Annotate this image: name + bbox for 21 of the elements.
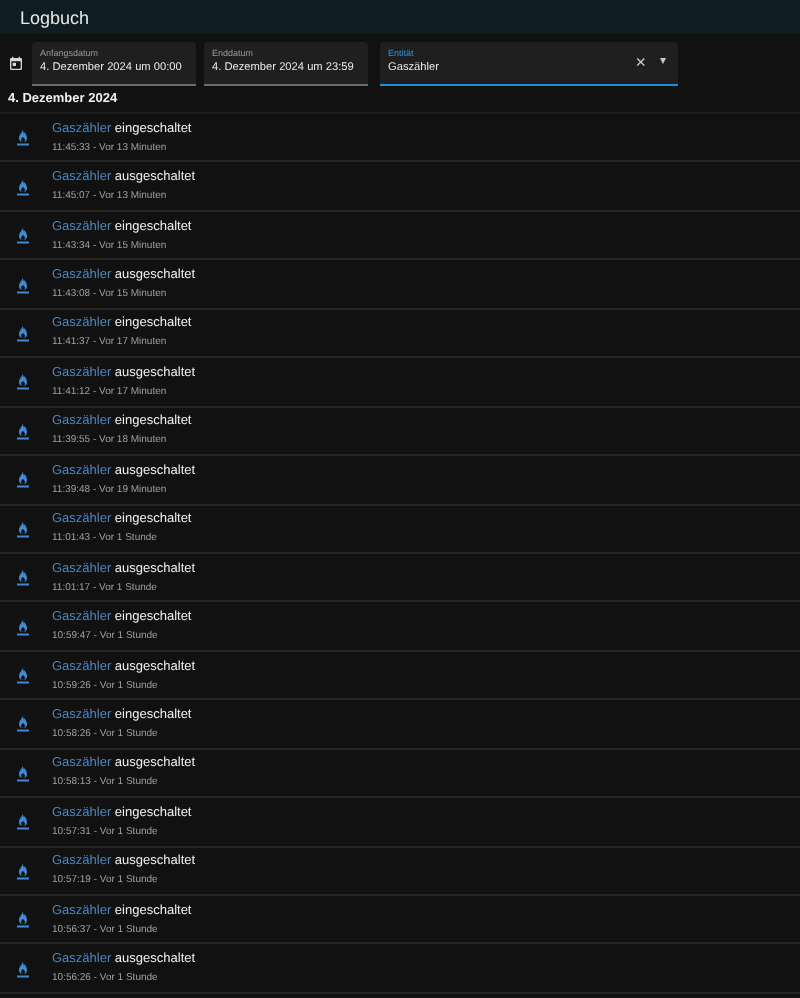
flame-icon (16, 421, 30, 440)
flame-icon (16, 128, 30, 147)
flame-icon (16, 959, 30, 978)
flame-icon (16, 275, 30, 294)
flame-icon (16, 323, 30, 342)
flame-icon (16, 910, 30, 929)
flame-icon (16, 714, 30, 733)
flame-icon (16, 763, 30, 782)
flame-icon (16, 372, 30, 391)
flame-icon (16, 812, 30, 831)
calendar-icon[interactable] (8, 55, 24, 71)
page-title: Logbuch (20, 7, 90, 27)
flame-icon (16, 568, 30, 587)
flame-icon (16, 861, 30, 880)
flame-icon (16, 226, 30, 245)
flame-icon (16, 177, 30, 196)
clear-button[interactable]: × (635, 51, 646, 71)
flame-icon (16, 519, 30, 538)
flame-icon (16, 470, 30, 489)
flame-icon (16, 666, 30, 685)
flame-icon (16, 617, 30, 636)
